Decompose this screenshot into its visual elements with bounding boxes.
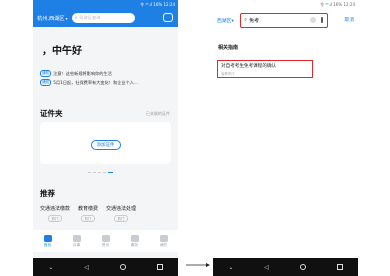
tab-label: 服务 (130, 242, 139, 247)
tab-services[interactable]: 办事 (72, 234, 81, 248)
cancel-button[interactable]: 取消 (344, 16, 354, 23)
search-icon: ⌕ (74, 15, 78, 21)
phone-screen-search: 令 ⁴⁶.ıl 16% 12:24 西湖区▾ ⌕ 免考 取消 相关指南 对自考考… (213, 0, 358, 276)
news-icon (101, 234, 110, 242)
hot-badge: 热门 (47, 215, 63, 222)
related-guides-heading: 相关指南 (218, 45, 239, 51)
search-icon: ⌕ (244, 17, 248, 23)
chevron-down-icon[interactable]: ⌄ (48, 264, 53, 271)
notice-tag: 通知 (40, 79, 52, 86)
carousel-dot (88, 172, 91, 173)
city-selector[interactable]: 西湖区▾ (217, 17, 234, 24)
back-icon[interactable]: ◁ (264, 264, 269, 271)
status-bar: 令 ⁴⁶.ıl 16% 12:24 (213, 0, 358, 9)
back-icon[interactable]: ◁ (84, 264, 89, 271)
recent-apps-icon[interactable] (156, 264, 163, 270)
greeting-text: ，中午好 (42, 46, 82, 57)
tab-label: 资讯 (101, 242, 110, 247)
notice-item[interactable]: 通知 注意！这些新规将影响你的生活 (40, 70, 170, 77)
notice-text: 5月1日起，社保费率有大变化！和企业个人... (53, 79, 138, 85)
recent-apps-icon[interactable] (336, 264, 343, 270)
phone-screen-home: 令 ⁴⁶.ıl 16% 12:24 杭州,西湖区▾ ⌕ 驾驶证查询 ，中午好 通… (33, 0, 178, 276)
status-text: 令 ⁴⁶.ıl 16% 12:24 (140, 1, 175, 7)
briefcase-icon (72, 234, 81, 242)
search-header: 西湖区▾ ⌕ 免考 取消 (213, 12, 358, 28)
recommend-item[interactable]: 教育缴费 热门 (78, 205, 98, 222)
search-result-item[interactable]: 对自考考生免考课程的确认 省教育厅 (217, 60, 313, 78)
home-circle-icon[interactable] (299, 264, 306, 270)
clear-icon[interactable] (310, 17, 316, 23)
carousel-dot (103, 172, 106, 173)
home-header: 杭州,西湖区▾ ⌕ 驾驶证查询 (33, 9, 178, 27)
carousel-dot (93, 172, 96, 173)
home-icon (43, 234, 52, 242)
hot-badge: 热门 (113, 215, 129, 222)
arrow-right-icon (186, 263, 210, 267)
search-input[interactable]: ⌕ 免考 (240, 13, 328, 28)
recommend-item[interactable]: 交通违法处理 热门 (106, 205, 136, 222)
city-label: 西湖区 (217, 18, 232, 24)
system-nav-bar: ⌄ ◁ (213, 258, 358, 276)
microphone-icon[interactable] (321, 17, 323, 23)
carousel-dot-active (108, 172, 113, 173)
message-icon[interactable] (163, 13, 173, 22)
carousel-indicator (88, 172, 113, 173)
tab-label: 首页 (43, 242, 52, 247)
city-selector[interactable]: 杭州,西湖区▾ (37, 15, 68, 22)
result-subtitle: 省教育厅 (221, 72, 235, 76)
home-circle-icon[interactable] (119, 264, 126, 270)
tab-label: 办事 (72, 242, 81, 247)
recommend-title: 推荐 (40, 189, 55, 198)
search-value: 免考 (249, 18, 260, 24)
hot-badge: 热门 (80, 215, 96, 222)
notice-item[interactable]: 通知 5月1日起，社保费率有大变化！和企业个人... (40, 79, 170, 86)
recommend-list: 交通违法缴款 热门 教育缴费 热门 交通违法处理 热门 (40, 205, 178, 222)
user-icon (159, 234, 168, 242)
status-bar: 令 ⁴⁶.ıl 16% 12:24 (33, 0, 178, 9)
recommend-item-name: 教育缴费 (78, 206, 99, 212)
search-input[interactable]: ⌕ 驾驶证查询 (71, 13, 135, 23)
add-card-button[interactable]: 添加证件 (90, 140, 121, 150)
notice-tag: 通知 (40, 70, 52, 77)
system-nav-bar: ⌄ ◁ (33, 258, 178, 276)
tab-service[interactable]: 服务 (130, 234, 139, 248)
city-label: 杭州,西湖区 (37, 15, 65, 22)
chevron-down-icon: ▾ (65, 15, 68, 21)
recommend-item-name: 交通违法缴款 (40, 206, 71, 212)
recommend-item[interactable]: 交通违法缴款 热门 (40, 205, 70, 222)
tab-label: 我的 (159, 242, 168, 247)
result-title: 对自考考生免考课程的确认 (221, 64, 277, 69)
tab-profile[interactable]: 我的 (159, 234, 168, 248)
linked-cards-link[interactable]: 已关联的证件 (146, 111, 170, 117)
tab-home[interactable]: 首页 (43, 234, 52, 248)
carousel-dot (98, 172, 101, 173)
recommend-item-name: 交通违法处理 (106, 206, 137, 212)
status-text: 令 ⁴⁶.ıl 16% 12:24 (320, 1, 355, 7)
notice-text: 注意！这些新规将影响你的生活 (53, 70, 112, 76)
shield-icon (130, 234, 139, 242)
chevron-down-icon[interactable]: ⌄ (228, 264, 233, 271)
tab-news[interactable]: 资讯 (101, 234, 110, 248)
card-holder-panel: 添加证件 (40, 122, 171, 164)
card-section-title: 证件夹 (40, 109, 63, 118)
search-placeholder: 驾驶证查询 (79, 15, 101, 20)
chevron-down-icon: ▾ (231, 18, 234, 24)
bottom-tab-bar: 首页 办事 资讯 服务 我的 (33, 230, 178, 252)
